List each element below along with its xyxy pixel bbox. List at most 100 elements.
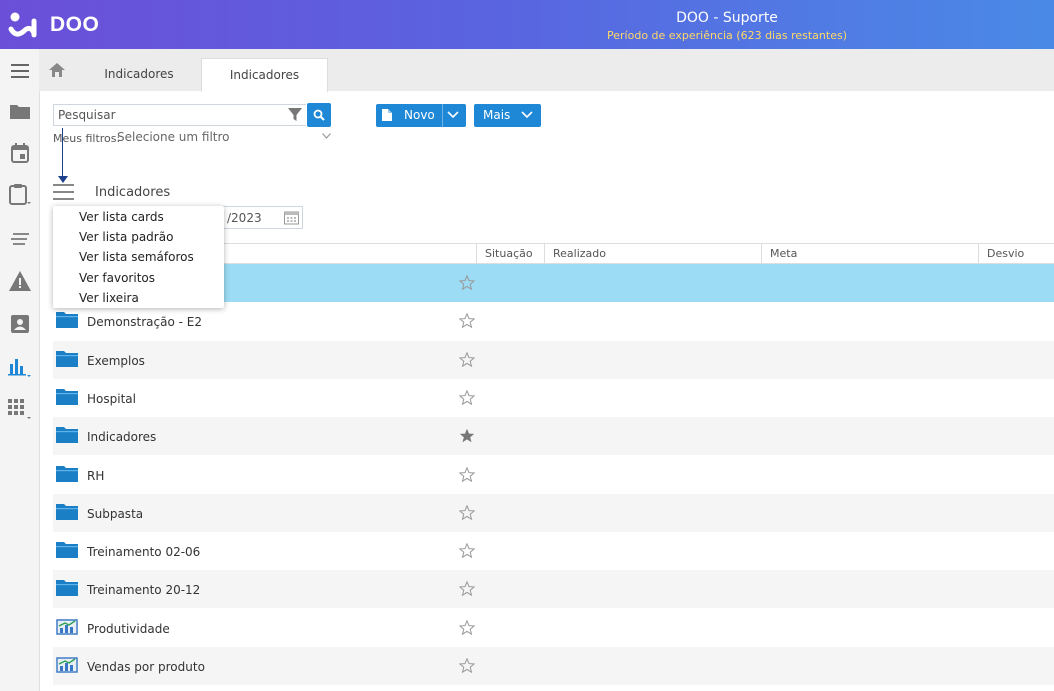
indicator-chart-icon [56, 618, 78, 635]
saved-filters-select[interactable]: Selecione um filtro [117, 130, 230, 144]
favorite-toggle[interactable] [458, 466, 476, 485]
filter-icon[interactable] [288, 108, 302, 122]
sidebar-item-calendar[interactable] [0, 137, 39, 169]
app-title: DOO - Suporte [676, 10, 778, 26]
clipboard-icon [8, 184, 31, 205]
home-icon [49, 63, 65, 77]
row-name[interactable]: Vendas por produto [87, 660, 205, 674]
sidebar [0, 49, 40, 691]
menu-item-favorites[interactable]: Ver favoritos [79, 271, 155, 285]
menu-item-standard[interactable]: Ver lista padrão [79, 230, 173, 244]
date-field[interactable]: /2023 [220, 206, 303, 229]
row-name[interactable]: Demonstração - E2 [87, 315, 202, 329]
row-icon [56, 427, 78, 446]
table-row[interactable]: Treinamento 02-06 [53, 532, 1054, 570]
row-name[interactable]: Treinamento 02-06 [87, 545, 200, 559]
row-name[interactable]: RH [87, 469, 104, 483]
calendar-icon[interactable] [284, 210, 299, 225]
view-menu-dropdown: Ver lista cards Ver lista padrão Ver lis… [53, 206, 224, 308]
column-header-realizado[interactable]: Realizado [544, 244, 761, 263]
button-divider [442, 104, 443, 127]
section-title: Indicadores [95, 185, 171, 200]
indicator-chart-icon [56, 657, 78, 673]
row-name[interactable]: Subpasta [87, 507, 143, 521]
sidebar-item-notes[interactable] [0, 223, 39, 255]
sidebar-item-alerts[interactable] [0, 265, 39, 297]
contact-card-icon [10, 315, 29, 333]
row-icon [56, 350, 78, 370]
menu-item-cards[interactable]: Ver lista cards [79, 210, 164, 224]
row-icon [56, 657, 78, 676]
favorite-toggle[interactable] [458, 312, 476, 331]
table-row[interactable]: Treinamento 20-12 [53, 570, 1054, 609]
favorite-toggle[interactable] [458, 504, 476, 523]
search-icon [313, 109, 325, 121]
row-name[interactable]: Hospital [87, 392, 136, 406]
table-row[interactable]: RH [53, 456, 1054, 494]
tab-indicadores-1[interactable]: Indicadores [75, 58, 203, 91]
view-menu-hamburger-icon[interactable] [53, 183, 75, 201]
row-icon [56, 580, 78, 599]
table-row[interactable]: Hospital [53, 379, 1054, 417]
folder-icon [56, 427, 78, 444]
star-outline-icon [458, 389, 476, 406]
search-box [53, 104, 306, 126]
tab-indicadores-active[interactable]: Indicadores [201, 58, 328, 92]
sidebar-item-indicators[interactable] [0, 351, 39, 383]
bar-chart-icon [7, 359, 31, 377]
row-name[interactable]: Produtividade [87, 622, 170, 636]
table-row[interactable]: Exemplos [53, 340, 1054, 379]
folder-icon [56, 350, 78, 367]
sidebar-item-contacts[interactable] [0, 308, 39, 340]
menu-item-trash[interactable]: Ver lixeira [79, 291, 139, 305]
star-outline-icon [458, 657, 476, 674]
tab-bar: Indicadores Indicadores [39, 49, 1054, 92]
saved-filters: Meus filtros: Selecione um filtro [53, 130, 333, 148]
annotation-arrow-line [62, 128, 63, 178]
document-icon [382, 109, 392, 121]
folder-icon [56, 312, 78, 329]
column-header-desvio[interactable]: Desvio [978, 244, 1054, 263]
favorite-toggle[interactable] [459, 428, 475, 446]
search-button[interactable] [307, 103, 331, 127]
favorite-toggle[interactable] [458, 580, 476, 599]
grid-apps-icon [7, 399, 31, 419]
chevron-down-icon[interactable] [322, 133, 331, 139]
favorite-toggle[interactable] [458, 351, 476, 370]
row-name[interactable]: Treinamento 20-12 [87, 583, 200, 597]
column-header-meta[interactable]: Meta [761, 244, 978, 263]
text-lines-icon [10, 233, 29, 245]
sidebar-item-apps[interactable] [0, 394, 39, 426]
more-button[interactable]: Mais [474, 104, 541, 127]
column-header-situacao[interactable]: Situação [476, 244, 544, 263]
chevron-down-icon[interactable] [447, 111, 459, 119]
new-button[interactable]: Novo [376, 104, 466, 127]
favorite-toggle[interactable] [458, 657, 476, 676]
search-input[interactable] [54, 105, 278, 125]
new-button-label: Novo [404, 108, 435, 122]
row-icon [56, 542, 78, 561]
table-row[interactable]: Indicadores [53, 417, 1054, 456]
table-row[interactable]: Vendas por produto [53, 647, 1054, 685]
star-outline-icon [458, 274, 476, 291]
row-name[interactable]: Exemplos [87, 354, 145, 368]
folder-icon [56, 542, 78, 559]
favorite-toggle[interactable] [458, 389, 476, 408]
menu-toggle[interactable] [0, 55, 39, 87]
favorite-toggle[interactable] [458, 619, 476, 638]
sidebar-item-tasks[interactable] [0, 179, 39, 211]
table-row[interactable]: Produtividade [53, 609, 1054, 647]
saved-filters-label: Meus filtros: [53, 132, 121, 145]
favorite-toggle[interactable] [458, 542, 476, 561]
table-row[interactable]: Subpasta [53, 493, 1054, 532]
row-name[interactable]: Indicadores [87, 430, 156, 444]
folder-icon [56, 503, 78, 520]
favorite-toggle[interactable] [458, 274, 476, 293]
home-tab[interactable] [39, 49, 75, 91]
sidebar-item-folders[interactable] [0, 95, 39, 127]
trial-notice: Período de experiência (623 dias restant… [607, 29, 847, 42]
more-button-label: Mais [483, 108, 511, 122]
menu-item-traffic-lights[interactable]: Ver lista semáforos [79, 250, 194, 264]
chevron-down-icon [521, 111, 533, 119]
folder-icon [56, 580, 78, 597]
